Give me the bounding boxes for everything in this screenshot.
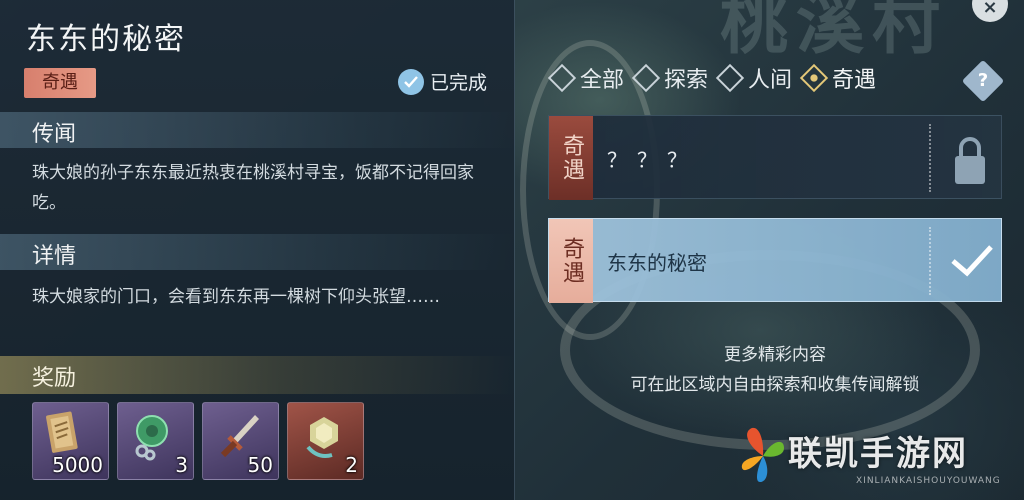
card-divider xyxy=(929,227,931,295)
card-name: ？？？ xyxy=(607,148,697,172)
card-type-tag: 奇遇 xyxy=(549,116,593,200)
diamond-icon xyxy=(715,63,745,93)
help-label: ? xyxy=(977,70,989,91)
quest-type-tag: 奇遇 xyxy=(24,68,96,98)
filter-encounter[interactable]: 奇遇 xyxy=(799,62,877,94)
card-divider xyxy=(929,124,931,192)
status-text: 已完成 xyxy=(430,72,488,94)
reward-heading: 奖励 xyxy=(32,366,77,391)
gem-token-icon xyxy=(306,417,338,458)
card-type-tag: 奇遇 xyxy=(549,219,593,303)
card-name: 东东的秘密 xyxy=(607,251,707,275)
reward-list: 5000 3 50 2 xyxy=(32,402,364,480)
watermark: 联凯手游网 XINLIANKAISHOUYOUWANG xyxy=(738,426,1018,492)
details-text: 珠大娘家的门口，会看到东东再一棵树下仰头张望…… xyxy=(32,287,440,307)
reward-count: 5000 xyxy=(52,453,103,477)
rumor-heading: 传闻 xyxy=(32,122,77,147)
reward-section-header: 奖励 xyxy=(0,356,515,394)
reward-count: 2 xyxy=(345,453,358,477)
details-heading: 详情 xyxy=(32,244,77,269)
diamond-active-icon xyxy=(799,63,829,93)
filter-explore[interactable]: 探索 xyxy=(631,62,709,94)
reward-item[interactable]: 3 xyxy=(117,402,194,480)
reward-item[interactable]: 50 xyxy=(202,402,279,480)
rumor-section-header: 传闻 xyxy=(0,112,515,148)
reward-item[interactable]: 5000 xyxy=(32,402,109,480)
lock-icon xyxy=(955,137,985,184)
filter-label: 探索 xyxy=(664,68,709,93)
filter-all[interactable]: 全部 xyxy=(547,62,625,94)
diamond-icon xyxy=(547,63,577,93)
reward-count: 50 xyxy=(247,453,273,477)
filter-label: 奇遇 xyxy=(832,68,877,93)
hint-line-2: 可在此区域内自由探索和收集传闻解锁 xyxy=(630,375,920,395)
check-icon xyxy=(951,245,993,277)
watermark-subtext: XINLIANKAISHOUYOUWANG xyxy=(856,476,1001,486)
jade-pendant-icon xyxy=(135,415,168,461)
quest-detail-panel: 东东的秘密 奇遇 已完成 传闻 珠大娘的孙子东东最近热衷在桃溪村寻宝，饭都不记得… xyxy=(0,0,515,500)
hint-line-1: 更多精彩内容 xyxy=(724,345,826,365)
watermark-logo-icon xyxy=(741,427,784,482)
help-icon[interactable]: ? xyxy=(961,59,1005,103)
filter-human-world[interactable]: 人间 xyxy=(715,62,793,94)
reward-item[interactable]: 2 xyxy=(287,402,364,480)
ticket-scroll-icon xyxy=(46,411,78,453)
quest-card-completed[interactable]: 奇遇 东东的秘密 xyxy=(548,218,1002,303)
watermark-text: 联凯手游网 xyxy=(788,434,968,474)
quest-card-locked[interactable]: 奇遇 ？？？ xyxy=(548,115,1002,200)
category-filter-bar: 全部 探索 人间 奇遇 xyxy=(547,62,884,94)
quest-status: 已完成 xyxy=(398,68,487,95)
details-section-header: 详情 xyxy=(0,234,515,270)
filter-label: 全部 xyxy=(580,68,625,93)
quest-title: 东东的秘密 xyxy=(26,22,186,57)
reward-count: 3 xyxy=(175,453,188,477)
filter-label: 人间 xyxy=(748,68,793,93)
region-title: 桃溪村 xyxy=(720,0,949,64)
check-circle-icon xyxy=(398,68,424,95)
rumor-text: 珠大娘的孙子东东最近热衷在桃溪村寻宝，饭都不记得回家吃。 xyxy=(32,163,474,213)
diamond-icon xyxy=(631,63,661,93)
